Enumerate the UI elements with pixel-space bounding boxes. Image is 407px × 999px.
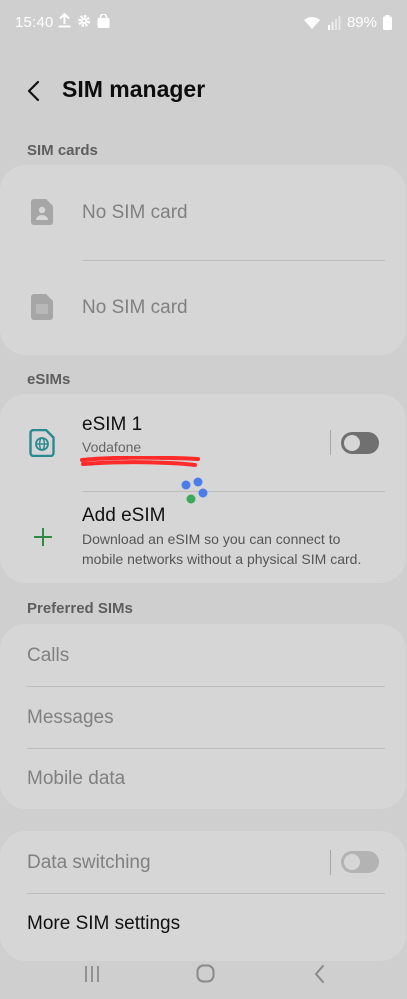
recent-apps-icon[interactable] bbox=[83, 965, 101, 983]
battery-percent: 89% bbox=[346, 14, 377, 31]
more-settings-card: Data switching More SIM settings bbox=[0, 831, 406, 961]
esim-globe-icon bbox=[29, 428, 55, 458]
plus-icon bbox=[33, 527, 53, 547]
sim-card-person-icon bbox=[31, 199, 53, 225]
esim-1-carrier: Vodafone bbox=[82, 439, 142, 455]
preferred-sims-card: Calls Messages Mobile data bbox=[0, 624, 406, 809]
gear-icon bbox=[77, 14, 91, 28]
preferred-mobile-data-row[interactable]: Mobile data bbox=[0, 749, 406, 809]
navigation-bar bbox=[0, 948, 407, 999]
sim-card-row-2[interactable]: No SIM card bbox=[0, 261, 406, 355]
bag-icon bbox=[97, 13, 110, 28]
esims-heading: eSIMs bbox=[27, 371, 71, 388]
preferred-messages-label: Messages bbox=[27, 707, 114, 728]
toggle-separator bbox=[330, 850, 331, 875]
status-bar: 15:40 ↕ 89% bbox=[0, 0, 407, 48]
preferred-calls-row[interactable]: Calls bbox=[0, 624, 406, 686]
page-title: SIM manager bbox=[62, 76, 206, 102]
svg-text:↕: ↕ bbox=[314, 19, 317, 25]
battery-icon bbox=[383, 15, 392, 30]
more-sim-settings-row[interactable]: More SIM settings bbox=[0, 894, 406, 954]
back-icon[interactable] bbox=[312, 964, 328, 984]
signal-icon bbox=[327, 15, 341, 30]
sim-cards-card: No SIM card No SIM card bbox=[0, 165, 406, 355]
data-switching-row[interactable]: Data switching bbox=[0, 831, 320, 893]
home-icon[interactable] bbox=[196, 964, 215, 983]
app-bar: SIM manager bbox=[0, 66, 407, 116]
preferred-mobile-data-label: Mobile data bbox=[27, 768, 126, 789]
sim-card-2-label: No SIM card bbox=[82, 297, 188, 318]
status-time: 15:40 bbox=[15, 14, 54, 31]
preferred-calls-label: Calls bbox=[27, 645, 70, 666]
sim-card-icon bbox=[31, 294, 53, 320]
toggle-separator bbox=[330, 430, 331, 455]
sim-card-1-label: No SIM card bbox=[82, 202, 188, 223]
preferred-sims-heading: Preferred SIMs bbox=[27, 600, 133, 617]
data-switching-label: Data switching bbox=[27, 852, 151, 873]
add-esim-row[interactable]: Add eSIM Download an eSIM so you can con… bbox=[0, 492, 406, 583]
redaction-scribble bbox=[80, 455, 200, 467]
data-switching-toggle[interactable] bbox=[341, 851, 379, 873]
sim-card-row-1[interactable]: No SIM card bbox=[0, 165, 406, 260]
esims-card: eSIM 1 Vodafone Add eSIM Download an eSI… bbox=[0, 394, 406, 583]
add-esim-description-line-2: mobile networks without a physical SIM c… bbox=[82, 551, 362, 567]
add-esim-description-line-1: Download an eSIM so you can connect to bbox=[82, 531, 341, 547]
esim-1-toggle[interactable] bbox=[341, 432, 379, 454]
back-arrow-icon[interactable] bbox=[22, 78, 48, 104]
wifi-icon: ↕ bbox=[303, 15, 321, 30]
esim-1-name: eSIM 1 bbox=[82, 414, 143, 435]
preferred-messages-row[interactable]: Messages bbox=[0, 687, 406, 748]
esim-1-row[interactable]: eSIM 1 Vodafone bbox=[0, 394, 320, 491]
sim-cards-heading: SIM cards bbox=[27, 142, 98, 159]
add-esim-title: Add eSIM bbox=[82, 505, 166, 526]
upload-icon bbox=[58, 13, 71, 28]
more-sim-settings-label: More SIM settings bbox=[27, 913, 181, 934]
